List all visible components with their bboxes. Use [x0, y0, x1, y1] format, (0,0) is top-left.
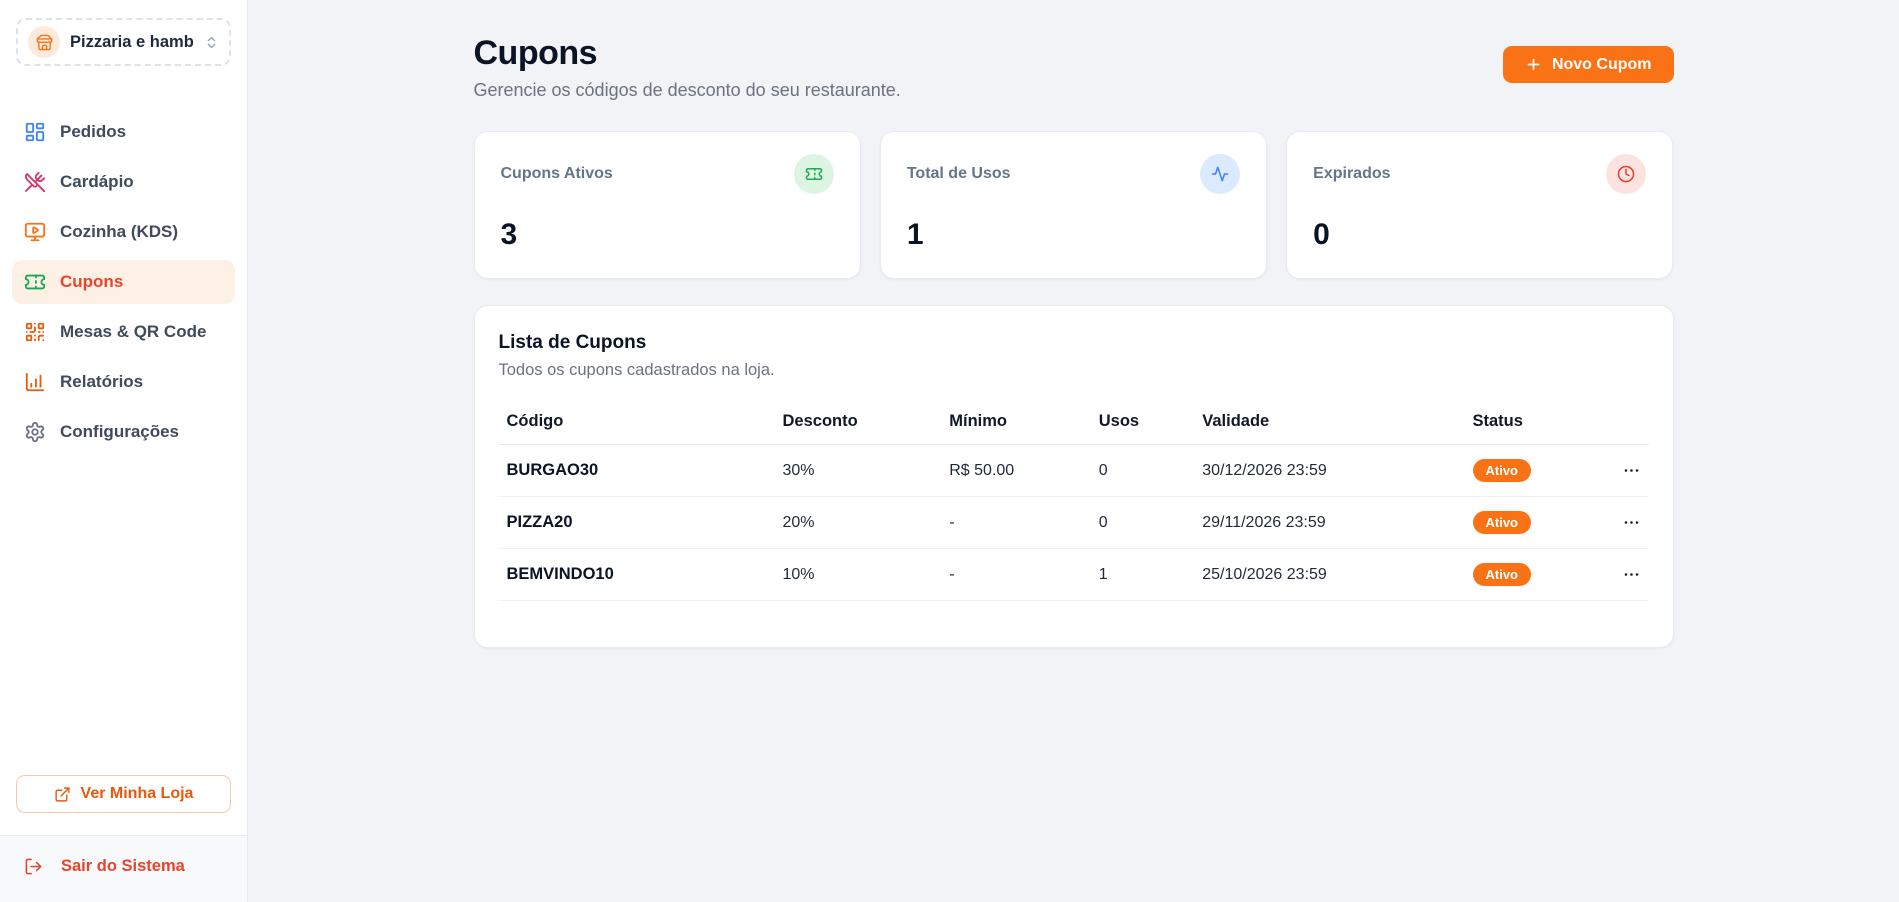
log-out-icon — [24, 857, 43, 876]
status-badge: Ativo — [1473, 459, 1532, 482]
column-header-validade: Validade — [1194, 404, 1464, 445]
ticket-icon — [24, 271, 46, 293]
row-actions-button[interactable] — [1622, 513, 1641, 532]
coupon-validity: 30/12/2026 23:59 — [1194, 445, 1464, 497]
table-row: PIZZA20 20% - 0 29/11/2026 23:59 Ativo — [499, 497, 1649, 549]
coupon-uses: 0 — [1091, 445, 1195, 497]
coupon-list-card: Lista de Cupons Todos os cupons cadastra… — [474, 305, 1674, 648]
qr-code-icon — [24, 321, 46, 343]
coupon-discount: 30% — [775, 445, 942, 497]
coupon-discount: 10% — [775, 549, 942, 601]
gear-icon — [24, 421, 46, 443]
column-header-minimo: Mínimo — [941, 404, 1091, 445]
view-my-store-label: Ver Minha Loja — [81, 785, 194, 803]
coupon-code: BEMVINDO10 — [499, 549, 775, 601]
page-header: Cupons Gerencie os códigos de desconto d… — [474, 34, 1674, 101]
sidebar-item-mesas-qr-code[interactable]: Mesas & QR Code — [12, 310, 235, 354]
coupon-table: Código Desconto Mínimo Usos Validade Sta… — [499, 404, 1649, 601]
coupon-validity: 29/11/2026 23:59 — [1194, 497, 1464, 549]
store-selector[interactable]: Pizzaria e hambu... — [16, 18, 231, 66]
new-coupon-label: Novo Cupom — [1552, 56, 1652, 74]
sidebar-item-label: Cozinha (KDS) — [60, 222, 178, 242]
coupon-minimum: - — [941, 549, 1091, 601]
sidebar-item-cozinha-kds[interactable]: Cozinha (KDS) — [12, 210, 235, 254]
sidebar-item-label: Pedidos — [60, 122, 126, 142]
column-header-actions — [1603, 404, 1649, 445]
status-badge: Ativo — [1473, 563, 1532, 586]
table-row: BEMVINDO10 10% - 1 25/10/2026 23:59 Ativ… — [499, 549, 1649, 601]
status-badge: Ativo — [1473, 511, 1532, 534]
table-row: BURGAO30 30% R$ 50.00 0 30/12/2026 23:59… — [499, 445, 1649, 497]
page-title: Cupons — [474, 34, 901, 73]
chevrons-up-down-icon — [204, 35, 219, 50]
utensils-crossed-icon — [24, 171, 46, 193]
page-subtitle: Gerencie os códigos de desconto do seu r… — [474, 80, 901, 101]
app-root: Pizzaria e hambu... Pedidos Cardápio — [0, 0, 1899, 902]
stats-row: Cupons Ativos 3 Total de Usos 1 — [474, 131, 1674, 279]
coupon-code: BURGAO30 — [499, 445, 775, 497]
stat-label: Total de Usos — [907, 165, 1011, 183]
sidebar-footer: Sair do Sistema — [0, 835, 247, 902]
layout-grid-icon — [24, 121, 46, 143]
coupon-minimum: - — [941, 497, 1091, 549]
sidebar-item-cupons[interactable]: Cupons — [12, 260, 235, 304]
store-icon — [28, 26, 60, 58]
ticket-icon — [794, 154, 834, 194]
sidebar-item-label: Cardápio — [60, 172, 134, 192]
coupon-list-title: Lista de Cupons — [499, 332, 1649, 354]
sidebar-item-pedidos[interactable]: Pedidos — [12, 110, 235, 154]
sidebar-item-label: Mesas & QR Code — [60, 322, 206, 342]
coupon-discount: 20% — [775, 497, 942, 549]
logout-label: Sair do Sistema — [61, 857, 185, 876]
coupon-uses: 1 — [1091, 549, 1195, 601]
stat-value: 1 — [907, 218, 1240, 252]
row-actions-button[interactable] — [1622, 461, 1641, 480]
monitor-play-icon — [24, 221, 46, 243]
coupon-minimum: R$ 50.00 — [941, 445, 1091, 497]
stat-label: Cupons Ativos — [501, 165, 613, 183]
table-header-row: Código Desconto Mínimo Usos Validade Sta… — [499, 404, 1649, 445]
new-coupon-button[interactable]: Novo Cupom — [1503, 46, 1674, 83]
coupon-code: PIZZA20 — [499, 497, 775, 549]
column-header-codigo: Código — [499, 404, 775, 445]
sidebar-item-relatorios[interactable]: Relatórios — [12, 360, 235, 404]
sidebar-item-configuracoes[interactable]: Configurações — [12, 410, 235, 454]
column-header-desconto: Desconto — [775, 404, 942, 445]
stat-card-total-uses: Total de Usos 1 — [880, 131, 1267, 279]
coupon-uses: 0 — [1091, 497, 1195, 549]
main-content: Cupons Gerencie os códigos de desconto d… — [248, 0, 1899, 902]
activity-icon — [1200, 154, 1240, 194]
external-link-icon — [54, 786, 71, 803]
coupon-validity: 25/10/2026 23:59 — [1194, 549, 1464, 601]
row-actions-button[interactable] — [1622, 565, 1641, 584]
stat-card-expired: Expirados 0 — [1286, 131, 1673, 279]
sidebar-nav: Pedidos Cardápio Cozinha (KDS) Cupons — [0, 86, 247, 454]
column-header-status: Status — [1465, 404, 1603, 445]
logout-button[interactable]: Sair do Sistema — [24, 857, 185, 876]
stat-card-active-coupons: Cupons Ativos 3 — [474, 131, 861, 279]
sidebar: Pizzaria e hambu... Pedidos Cardápio — [0, 0, 248, 902]
coupon-list-subtitle: Todos os cupons cadastrados na loja. — [499, 361, 1649, 380]
bar-chart-icon — [24, 371, 46, 393]
stat-label: Expirados — [1313, 165, 1390, 183]
plus-icon — [1525, 56, 1542, 73]
clock-icon — [1606, 154, 1646, 194]
sidebar-item-label: Cupons — [60, 272, 123, 292]
sidebar-item-label: Relatórios — [60, 372, 143, 392]
store-selector-label: Pizzaria e hambu... — [70, 33, 194, 52]
stat-value: 3 — [501, 218, 834, 252]
column-header-usos: Usos — [1091, 404, 1195, 445]
sidebar-item-label: Configurações — [60, 422, 179, 442]
view-my-store-button[interactable]: Ver Minha Loja — [16, 775, 231, 813]
sidebar-item-cardapio[interactable]: Cardápio — [12, 160, 235, 204]
stat-value: 0 — [1313, 218, 1646, 252]
